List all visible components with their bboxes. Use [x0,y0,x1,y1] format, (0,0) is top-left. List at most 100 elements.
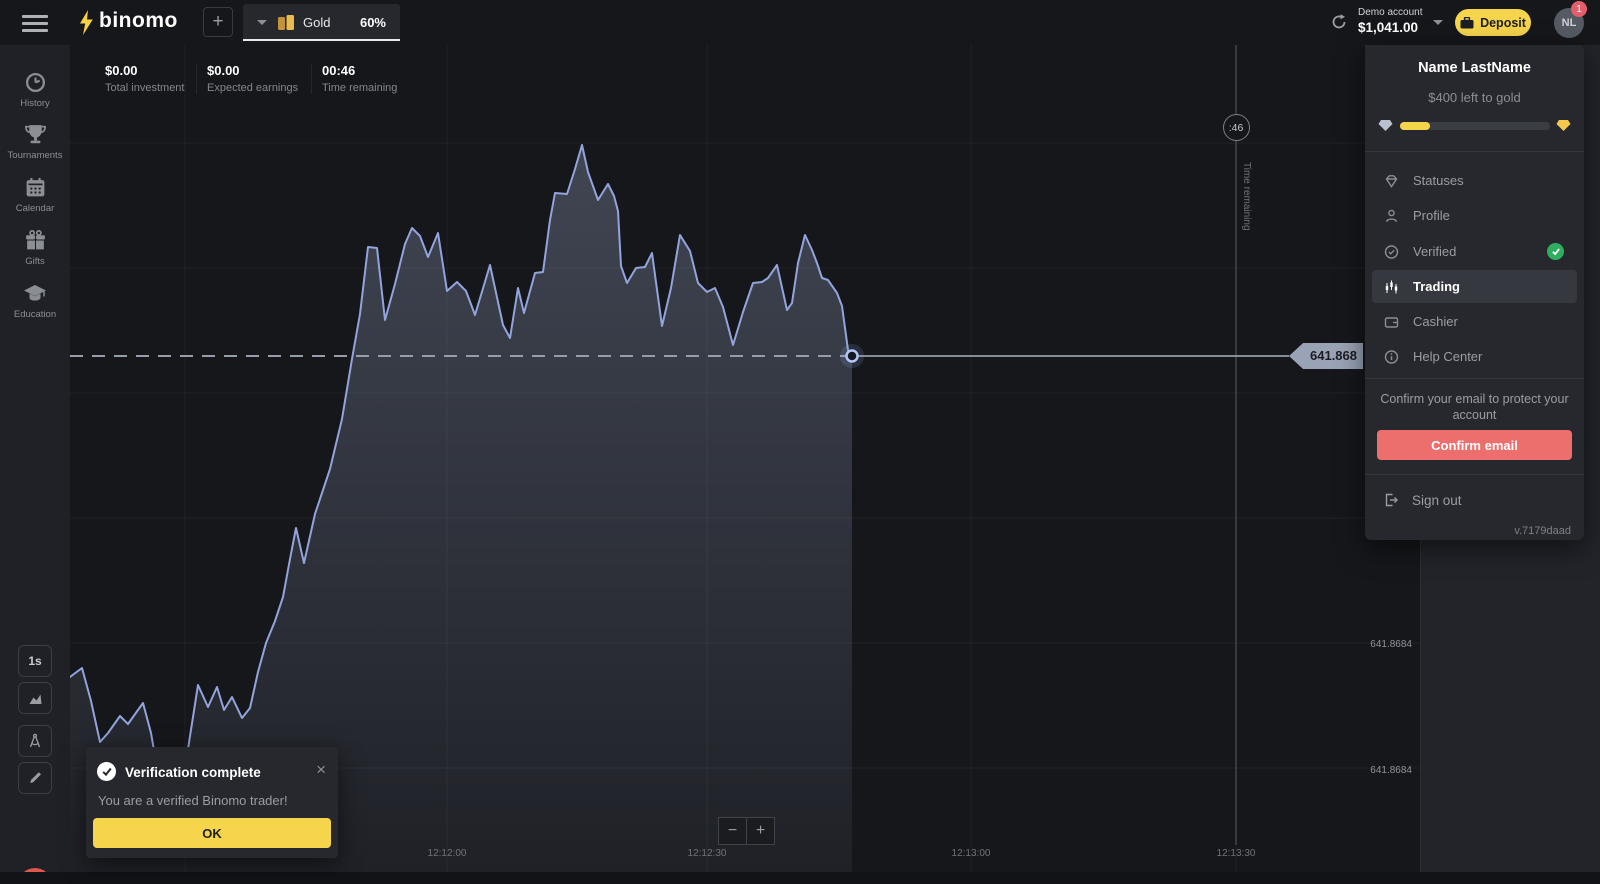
notification-count-badge: 1 [1571,1,1587,17]
menu-item-cashier[interactable]: Cashier [1372,305,1577,338]
wallet-icon [1460,17,1474,29]
sign-out-icon [1383,492,1399,508]
binomo-bolt-icon [79,10,94,35]
menu-item-statuses[interactable]: Statuses [1372,164,1577,197]
y-axis-label: 641.8684 [1320,639,1412,650]
stat-label: Time remaining [322,82,397,94]
menu-item-label: Statuses [1413,173,1464,188]
time-remaining-axis-label: Time remaining [1241,162,1252,231]
chart-type-button[interactable] [18,682,52,714]
area-chart-icon [27,690,44,706]
person-icon [1383,208,1400,224]
graduation-cap-icon [23,282,47,305]
sidebar-item-label: Calendar [16,203,55,214]
stat-value: $0.00 [207,63,298,78]
toast-ok-button[interactable]: OK [93,818,331,848]
sign-out-button[interactable]: Sign out [1383,492,1462,508]
compass-icon [27,733,43,749]
check-circle-icon [97,762,116,781]
sidebar-item-label: Gifts [25,256,45,267]
bottom-strip [0,872,1600,884]
indicators-button[interactable] [18,725,52,757]
close-icon[interactable]: × [316,760,326,780]
panel-divider [1365,474,1584,475]
asset-name: Gold [303,15,330,30]
stat-label: Expected earnings [207,82,298,94]
current-point-marker [847,351,858,362]
calendar-icon [24,176,47,199]
menu-item-help-center[interactable]: Help Center [1372,340,1577,373]
zoom-out-button[interactable]: − [718,817,747,845]
binomo-logo: binomo [99,9,178,33]
stat-divider [196,64,197,94]
sidebar-item-label: History [20,98,50,109]
menu-item-verified[interactable]: Verified [1372,235,1577,268]
zoom-in-button[interactable]: + [746,817,775,845]
stat-value: 00:46 [322,63,397,78]
user-full-name: Name LastName [1365,60,1584,76]
toast-title: Verification complete [125,765,261,780]
gold-bars-icon [277,14,295,31]
menu-item-label: Verified [1413,244,1456,259]
active-tab-underline [243,39,400,41]
menu-hamburger-icon[interactable] [22,15,48,36]
x-axis-label: 12:12:00 [428,848,467,859]
verification-toast: Verification complete × You are a verifi… [86,747,338,858]
stat-value: $0.00 [105,63,184,78]
menu-item-label: Help Center [1413,349,1482,364]
y-axis-label: 641.8684 [1320,765,1412,776]
stat-expected-earnings: $0.00 Expected earnings [207,63,298,94]
panel-divider [1365,378,1584,379]
info-circle-icon [1383,349,1400,365]
gold-diamond-icon [1556,119,1571,132]
x-axis-label: 12:12:30 [688,848,727,859]
wallet-outline-icon [1383,314,1400,330]
left-sidebar: History Tournaments Calendar [0,45,70,872]
app-version: v.7179daad [1514,525,1571,537]
toast-message: You are a verified Binomo trader! [98,793,288,808]
gold-progress-fill [1400,122,1430,130]
deposit-button[interactable]: Deposit [1455,9,1531,36]
gift-icon [24,229,47,252]
trophy-icon [24,123,47,146]
refresh-account-icon[interactable] [1330,13,1348,31]
pencil-icon [27,770,43,786]
asset-tab-gold[interactable]: Gold 60% [243,4,400,41]
chevron-down-icon[interactable] [257,20,267,25]
binomo-trading-app: 12:11:30 12:12:00 12:12:30 12:13:00 12:1… [0,0,1600,884]
sidebar-item-label: Education [14,309,56,320]
drawing-tools-button[interactable] [18,762,52,794]
gold-progress-bar [1400,122,1550,130]
sidebar-item-calendar[interactable]: Calendar [0,176,70,214]
verified-badge-icon [1547,243,1564,260]
sidebar-item-education[interactable]: Education [0,282,70,320]
account-switcher[interactable]: Demo account $1,041.00 [1358,7,1422,35]
email-confirm-notice: Confirm your email to protect your accou… [1379,391,1570,423]
user-menu-panel: Name LastName $400 left to gold Statuses… [1365,45,1584,540]
sidebar-item-gifts[interactable]: Gifts [0,229,70,267]
sidebar-item-history[interactable]: History [0,71,70,109]
add-asset-tab-button[interactable]: + [203,7,233,37]
stat-time-remaining: 00:46 Time remaining [322,63,397,94]
history-clock-icon [24,71,47,94]
x-axis-label: 12:13:00 [952,848,991,859]
current-price-tag: 641.868 [1289,343,1363,369]
check-circle-outline-icon [1383,244,1400,260]
sidebar-item-tournaments[interactable]: Tournaments [0,123,70,161]
account-chevron-down-icon[interactable] [1433,20,1443,25]
sign-out-label: Sign out [1412,493,1462,508]
stat-total-investment: $0.00 Total investment [105,63,184,94]
deposit-label: Deposit [1480,16,1526,30]
account-balance: $1,041.00 [1358,20,1422,35]
confirm-email-button[interactable]: Confirm email [1377,430,1572,460]
gold-progress-note: $400 left to gold [1365,90,1584,105]
menu-item-trading[interactable]: Trading [1372,270,1577,303]
timeframe-button[interactable]: 1s [18,645,52,677]
account-type: Demo account [1358,7,1422,18]
candlestick-icon [1383,279,1400,295]
menu-item-profile[interactable]: Profile [1372,199,1577,232]
asset-payout: 60% [360,15,386,30]
stat-divider [311,64,312,94]
menu-item-label: Trading [1413,279,1460,294]
countdown-badge: :46 [1223,114,1250,141]
